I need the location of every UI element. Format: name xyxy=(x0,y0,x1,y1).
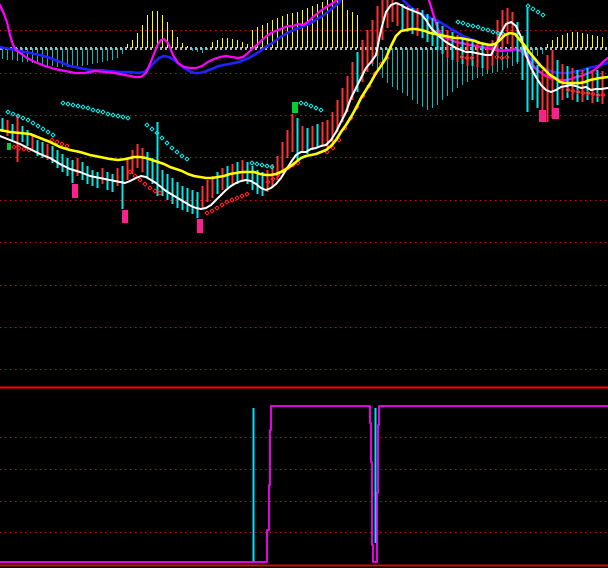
grid-dotted-lines xyxy=(0,31,608,533)
pink-signal-box xyxy=(72,184,78,198)
signal-panel xyxy=(0,406,608,566)
signal-square-wave xyxy=(0,406,608,562)
pink-signal-box xyxy=(552,108,559,119)
price-chart xyxy=(0,0,608,218)
pink-signal-box xyxy=(539,110,546,122)
pink-signal-box xyxy=(197,219,203,233)
green-signal-box xyxy=(292,102,298,113)
pink-signal-box xyxy=(122,210,128,223)
chart-canvas[interactable] xyxy=(0,0,608,568)
trading-chart-window xyxy=(0,0,608,568)
green-signal-box xyxy=(7,143,11,150)
